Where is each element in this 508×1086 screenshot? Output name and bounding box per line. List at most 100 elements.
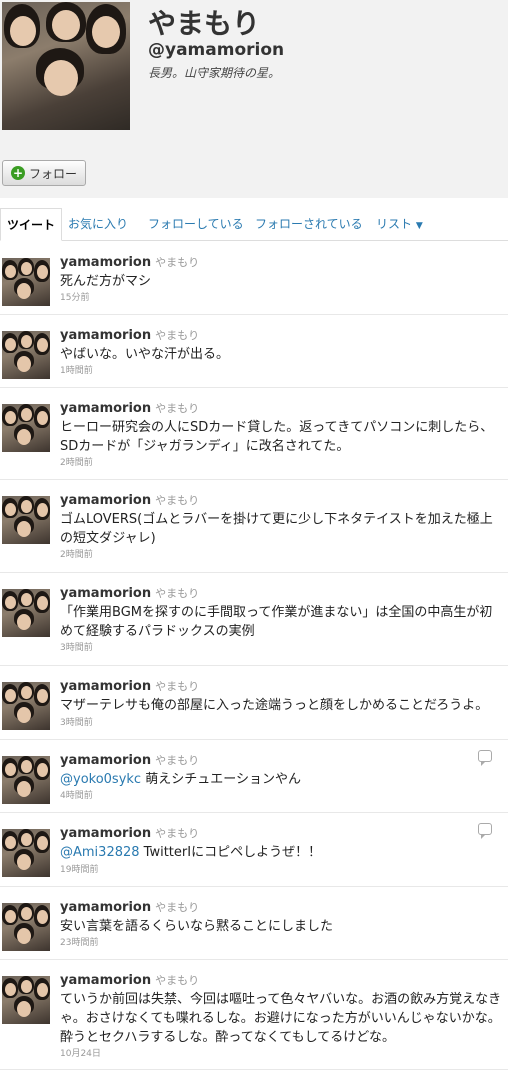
follow-label: フォロー [29,166,78,181]
tweet-avatar[interactable] [2,903,50,951]
tweet-text: ヒーロー研究会の人にSDカード貸した。返ってきてパソコンに刺したら、SDカードが… [60,418,502,456]
tweet-body: 萌えシチュエーションやん [141,772,301,787]
tweet-timestamp[interactable]: 4時間前 [60,788,93,801]
tweet-text: 「作業用BGMを探すのに手間取って作業が進まない」は全国の中高生が初めて経験する… [60,603,502,641]
tweet-text: マザーテレサも俺の部屋に入った途端うっと顔をしかめることだろうよ。 [60,696,502,715]
tweet-avatar[interactable] [2,682,50,730]
plus-icon: + [11,166,25,180]
tweet-username[interactable]: yamamorion [60,826,151,841]
tweet-username[interactable]: yamamorion [60,973,151,988]
tweet-body: 死んだ方がマシ [60,274,152,289]
tweet-avatar[interactable] [2,756,50,804]
tweet-mention[interactable]: @Ami32828 [60,845,140,860]
tweet-username[interactable]: yamamorion [60,328,151,343]
tweet-body: マザーテレサも俺の部屋に入った途端うっと顔をしかめることだろうよ。 [60,698,489,713]
tweet-display-name: やまもり [155,329,200,342]
tweet-item[interactable]: yamamorion やまもり 死んだ方がマシ 15分前 [0,242,508,315]
tweet-body: 安い言葉を語るくらいなら黙ることにしました [60,919,334,934]
tab-tweets[interactable]: ツイート [0,208,63,241]
tweet-author[interactable]: yamamorion やまもり [60,492,199,508]
tweet-timestamp[interactable]: 2時間前 [60,455,93,468]
tweet-username[interactable]: yamamorion [60,679,151,694]
tweet-display-name: やまもり [155,754,200,767]
tweet-body: ヒーロー研究会の人にSDカード貸した。返ってきてパソコンに刺したら、SDカードが… [60,420,494,454]
tweet-item[interactable]: yamamorion やまもりヒーロー研究会の人にSDカード貸した。返ってきてパソ… [0,388,508,480]
tweet-author[interactable]: yamamorion やまもり [60,327,199,343]
tweet-avatar[interactable] [2,331,50,379]
tweet-display-name: やまもり [155,402,200,415]
tweet-author[interactable]: yamamorion やまもり [60,825,199,841]
tweet-display-name: やまもり [155,587,200,600]
tweet-item[interactable]: yamamorion やまもりやばいな。いやな汗が出る。 1時間前 [0,315,508,388]
tweet-author[interactable]: yamamorion やまもり [60,585,199,601]
tweet-display-name: やまもり [155,901,200,914]
tab-lists-label: リスト [376,217,413,231]
tweet-avatar[interactable] [2,829,50,877]
tweet-username[interactable]: yamamorion [60,401,151,416]
follow-button[interactable]: + フォロー [2,160,86,186]
tweet-display-name: やまもり [155,974,200,987]
tweet-timestamp[interactable]: 19時間前 [60,862,98,875]
profile-avatar[interactable] [2,2,130,130]
caret-down-icon: ▼ [415,221,423,231]
tweet-item[interactable]: yamamorion やまもり @yoko0sykc 萌えシチュエーションやん 4時間… [0,740,508,813]
tweet-mention[interactable]: @yoko0sykc [60,772,141,787]
tweet-username[interactable]: yamamorion [60,900,151,915]
profile-bio: 長男。山守家期待の星。 [148,66,281,80]
tweet-username[interactable]: yamamorion [60,753,151,768]
tweet-avatar[interactable] [2,258,50,306]
tweet-body: やばいな。いやな汗が出る。 [60,347,230,362]
reply-icon[interactable] [478,823,492,839]
tweet-text: @yoko0sykc 萌えシチュエーションやん [60,770,502,789]
tweet-author[interactable]: yamamorion やまもり [60,972,199,988]
tweet-author[interactable]: yamamorion やまもり [60,899,199,915]
tweet-display-name: やまもり [155,494,200,507]
tweet-username[interactable]: yamamorion [60,586,151,601]
tweet-avatar[interactable] [2,976,50,1024]
tweet-timestamp[interactable]: 3時間前 [60,715,93,728]
tab-favorites[interactable]: お気に入り [68,208,128,241]
tweet-timestamp[interactable]: 15分前 [60,290,89,303]
tweet-body: ゴムLOVERS(ゴムとラバーを掛けて更に少し下ネタテイストを加えた極上の短文ダ… [60,512,493,546]
tweet-body: ていうか前回は失禁、今回は嘔吐って色々ヤバいな。お酒の飲み方覚えなきゃ。おさけな… [60,992,502,1045]
profile-header: やまもり @yamamorion 長男。山守家期待の星。 [0,0,508,148]
screen-name: @yamamorion [148,40,285,60]
tweet-timestamp[interactable]: 1時間前 [60,363,93,376]
tweet-username[interactable]: yamamorion [60,255,151,270]
tweet-display-name: やまもり [155,827,200,840]
tweet-body: TwitterIにコピペしようぜ！！ [139,845,322,860]
tweet-item[interactable]: yamamorion やまもりマザーテレサも俺の部屋に入った途端うっと顔をしかめる… [0,666,508,740]
tweet-item[interactable]: yamamorion やまもり @Ami32828 TwitterIにコピペしようぜ… [0,813,508,887]
tab-lists[interactable]: リスト ▼ [376,208,423,241]
tweet-timestamp[interactable]: 3時間前 [60,640,93,653]
tweet-display-name: やまもり [155,256,200,269]
display-name: やまもり [148,7,261,40]
tweet-timestamp[interactable]: 10月24日 [60,1046,101,1059]
tweet-text: やばいな。いやな汗が出る。 [60,345,502,364]
tweet-body: 「作業用BGMを探すのに手間取って作業が進まない」は全国の中高生が初めて経験する… [60,605,493,639]
tweet-author[interactable]: yamamorion やまもり [60,678,199,694]
tweet-item[interactable]: yamamorion やまもり安い言葉を語るくらいなら黙ることにしました 23時間前 [0,887,508,960]
tweet-text: ゴムLOVERS(ゴムとラバーを掛けて更に少し下ネタテイストを加えた極上の短文ダ… [60,510,502,548]
tweet-username[interactable]: yamamorion [60,493,151,508]
tab-following[interactable]: フォローしている [148,208,244,241]
tweet-author[interactable]: yamamorion やまもり [60,400,199,416]
tweet-item[interactable]: yamamorion やまもりゴムLOVERS(ゴムとラバーを掛けて更に少し下ネタ… [0,480,508,573]
tweet-text: ていうか前回は失禁、今回は嘔吐って色々ヤバいな。お酒の飲み方覚えなきゃ。おさけな… [60,990,502,1047]
tweet-text: 死んだ方がマシ [60,272,502,291]
tweet-author[interactable]: yamamorion やまもり [60,752,199,768]
reply-icon[interactable] [478,750,492,766]
tweet-timestamp[interactable]: 2時間前 [60,547,93,560]
tweet-display-name: やまもり [155,680,200,693]
profile-tabs: ツイート お気に入り フォローしている フォローされている リスト ▼ [0,208,508,241]
tweet-avatar[interactable] [2,496,50,544]
tweet-avatar[interactable] [2,589,50,637]
tweet-text: @Ami32828 TwitterIにコピペしようぜ！！ [60,843,502,862]
tweet-item[interactable]: yamamorion やまもりていうか前回は失禁、今回は嘔吐って色々ヤバいな。お酒… [0,960,508,1070]
tab-followers[interactable]: フォローされている [255,208,363,241]
tweet-item[interactable]: yamamorion やまもり「作業用BGMを探すのに手間取って作業が進まない」は… [0,573,508,666]
tweet-avatar[interactable] [2,404,50,452]
tweet-text: 安い言葉を語るくらいなら黙ることにしました [60,917,502,936]
tweet-timestamp[interactable]: 23時間前 [60,935,98,948]
tweet-author[interactable]: yamamorion やまもり [60,254,199,270]
